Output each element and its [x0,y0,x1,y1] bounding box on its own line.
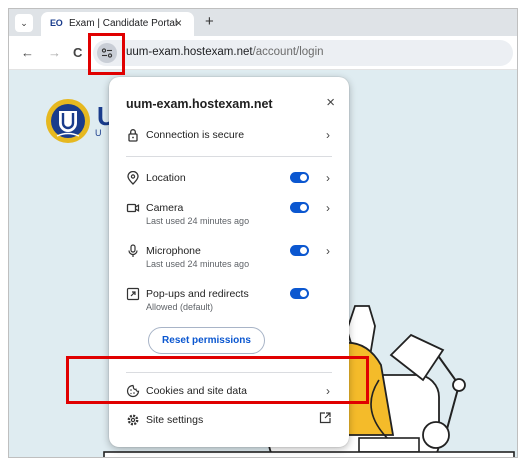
browser-toolbar: ← → C uum-exam.hostexam.net/account/logi… [9,36,517,70]
tab-close-icon[interactable]: × [175,16,182,30]
url-text[interactable]: uum-exam.hostexam.net/account/login [126,46,324,58]
reset-permissions-button[interactable]: Reset permissions [148,327,265,354]
permission-label: Camera [146,202,184,214]
permission-sublabel: Last used 24 minutes ago [146,259,250,269]
popup-site-title: uum-exam.hostexam.net [126,97,273,111]
tab-search-dropdown-button[interactable]: ⌄ [15,14,33,32]
permission-row-microphone[interactable]: Microphone Last used 24 minutes ago › [109,244,349,274]
tab-title: Exam | Candidate Portal [69,18,178,29]
camera-toggle[interactable] [290,202,309,213]
location-toggle[interactable] [290,172,309,183]
popup-redirect-icon [126,287,140,301]
popups-toggle[interactable] [290,288,309,299]
gear-icon [127,414,139,426]
divider [126,156,332,157]
permission-label: Microphone [146,245,201,257]
permission-row-popups[interactable]: Pop-ups and redirects Allowed (default) [109,287,349,317]
chevron-right-icon[interactable]: › [326,244,330,258]
highlight-box-cookies [66,356,369,404]
site-settings-label: Site settings [146,414,204,426]
popup-close-icon[interactable]: × [326,94,335,111]
connection-label: Connection is secure [146,129,245,141]
microphone-toggle[interactable] [290,245,309,256]
open-external-icon [319,412,331,424]
url-path: /account/login [252,46,324,58]
permission-row-location[interactable]: Location › [109,171,349,189]
browser-window: ⌄ EO Exam | Candidate Portal × + ← → C u… [8,8,518,458]
chevron-right-icon[interactable]: › [326,201,330,215]
lock-icon [128,129,138,142]
logo-subtext: U [95,128,102,138]
site-settings-row[interactable]: Site settings [109,412,349,431]
permission-sublabel: Last used 24 minutes ago [146,216,250,226]
back-arrow-icon[interactable]: ← [21,45,34,60]
chevron-right-icon[interactable]: › [326,171,330,185]
highlight-box-site-info [88,33,125,75]
permission-sublabel: Allowed (default) [146,302,214,312]
camera-icon [126,203,140,213]
url-host: uum-exam.hostexam.net [126,46,253,58]
location-pin-icon [127,171,139,185]
tab-strip: ⌄ EO Exam | Candidate Portal × + [9,9,517,36]
reload-icon[interactable]: C [73,45,82,60]
connection-secure-row[interactable]: Connection is secure › [109,128,349,146]
new-tab-button[interactable]: + [205,13,214,30]
site-favicon-icon: EO [50,18,63,28]
university-crest-icon [46,99,90,143]
permission-row-camera[interactable]: Camera Last used 24 minutes ago › [109,201,349,231]
permission-label: Pop-ups and redirects [146,288,249,300]
chevron-right-icon: › [326,128,330,142]
permission-label: Location [146,172,186,184]
address-bar[interactable]: uum-exam.hostexam.net/account/login [93,40,513,66]
forward-arrow-icon[interactable]: → [48,45,61,60]
microphone-icon [128,244,138,257]
